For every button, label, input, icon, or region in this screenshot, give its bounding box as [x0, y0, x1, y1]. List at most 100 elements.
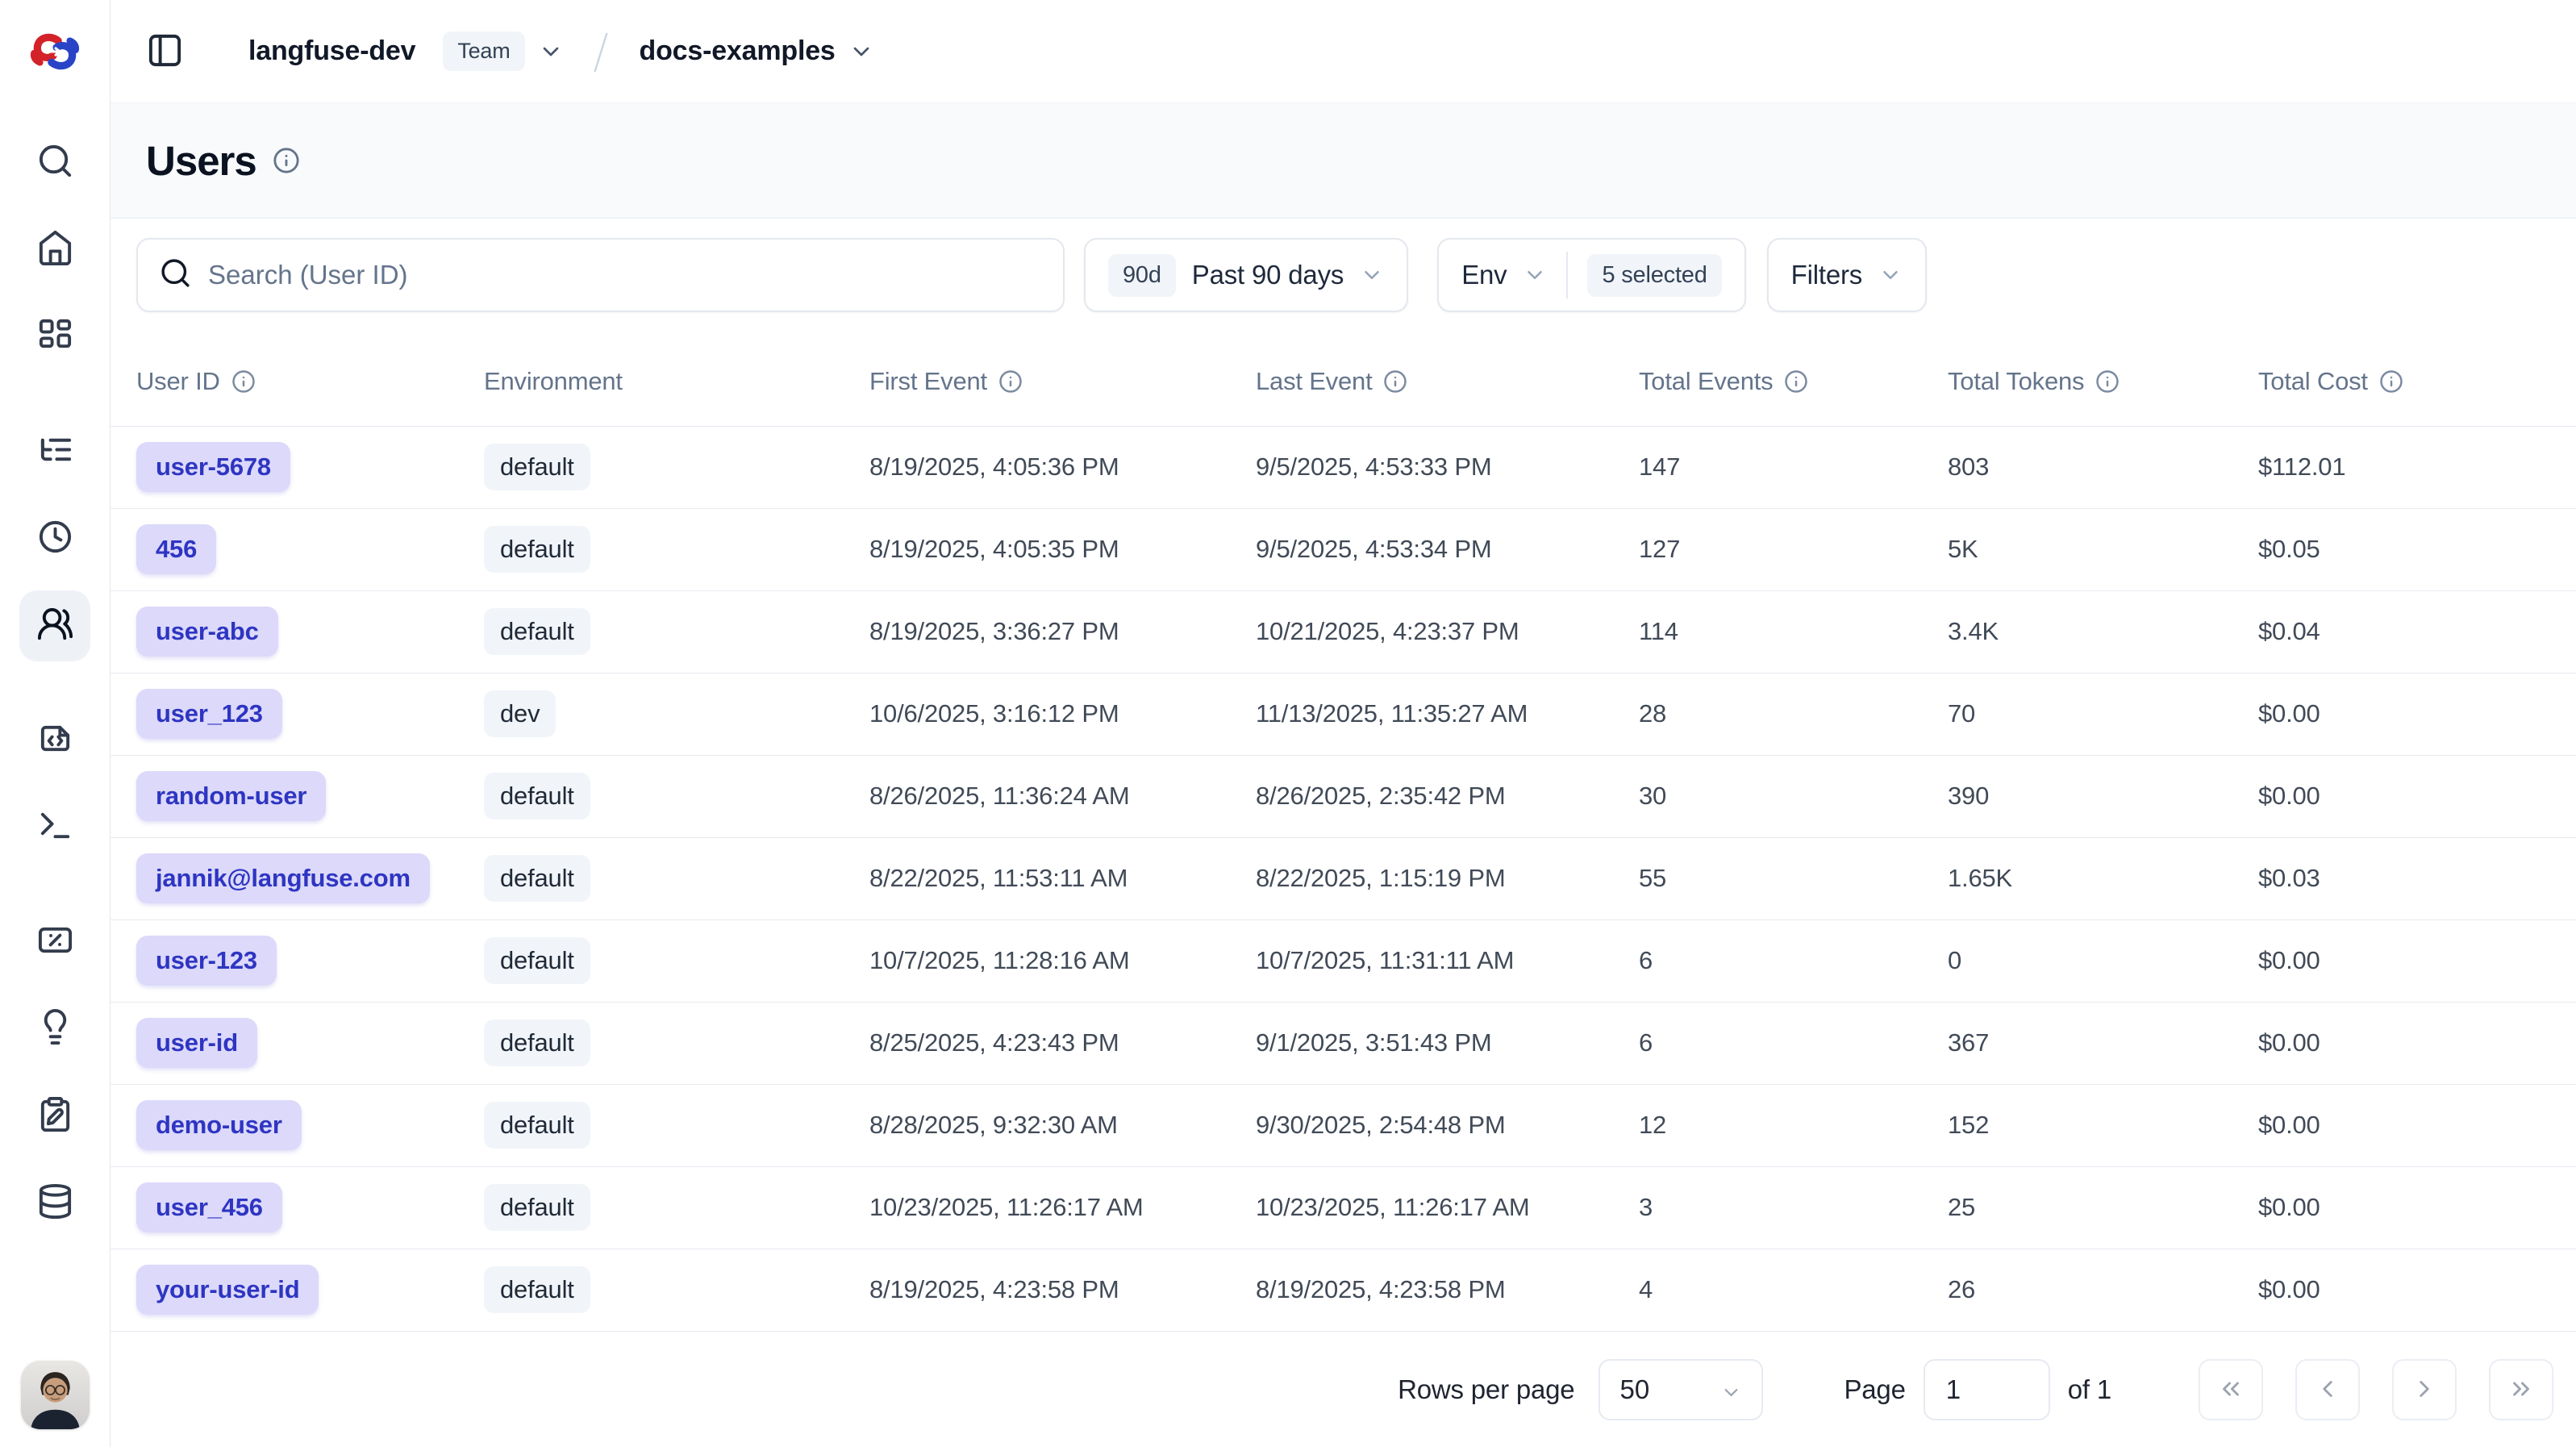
total-tokens-cell: 152	[1948, 1084, 2258, 1166]
column-header-first-event[interactable]: First Event	[869, 337, 1256, 426]
last-event-cell: 10/23/2025, 11:26:17 AM	[1256, 1166, 1639, 1249]
user-id-badge[interactable]: user-5678	[136, 442, 290, 492]
table-row[interactable]: 456default8/19/2025, 4:05:35 PM9/5/2025,…	[110, 508, 2576, 590]
previous-page-button[interactable]	[2295, 1359, 2360, 1420]
table-row[interactable]: user_456default10/23/2025, 11:26:17 AM10…	[110, 1166, 2576, 1249]
total-events-cell: 12	[1639, 1084, 1948, 1166]
table-header: User IDEnvironmentFirst EventLast EventT…	[110, 337, 2576, 426]
date-range-button[interactable]: 90d Past 90 days	[1084, 238, 1408, 312]
total-tokens-cell: 26	[1948, 1249, 2258, 1331]
search-input-wrapper	[136, 238, 1065, 312]
total-cost-cell: $0.00	[2258, 1084, 2576, 1166]
table-row[interactable]: random-userdefault8/26/2025, 11:36:24 AM…	[110, 755, 2576, 837]
column-header-total-tokens[interactable]: Total Tokens	[1948, 337, 2258, 426]
total-tokens-cell: 390	[1948, 755, 2258, 837]
sidebar-item-scores[interactable]	[19, 907, 90, 978]
env-filter-button[interactable]: Env 5 selected	[1437, 238, 1745, 312]
last-page-button[interactable]	[2489, 1359, 2553, 1420]
user-id-badge[interactable]: jannik@langfuse.com	[136, 853, 430, 903]
column-header-total-cost[interactable]: Total Cost	[2258, 337, 2576, 426]
first-event-cell: 8/28/2025, 9:32:30 AM	[869, 1084, 1256, 1166]
environment-badge: default	[484, 855, 590, 902]
chevron-down-icon[interactable]	[538, 39, 564, 65]
sidebar-item-evaluators[interactable]	[19, 1081, 90, 1152]
user-id-badge[interactable]: user_123	[136, 689, 282, 739]
table-row[interactable]: user-iddefault8/25/2025, 4:23:43 PM9/1/2…	[110, 1002, 2576, 1084]
env-selected-badge: 5 selected	[1587, 254, 1721, 297]
sidebar-item-users[interactable]	[19, 590, 90, 661]
table-row[interactable]: user-123default10/7/2025, 11:28:16 AM10/…	[110, 919, 2576, 1002]
total-events-cell: 114	[1639, 590, 1948, 673]
info-icon	[1784, 369, 1808, 394]
total-tokens-cell: 5K	[1948, 508, 2258, 590]
langfuse-logo[interactable]	[0, 0, 110, 103]
sidebar-item-tracing[interactable]	[19, 416, 90, 487]
env-filter-label: Env	[1461, 260, 1507, 290]
user-id-badge[interactable]: user-id	[136, 1018, 257, 1068]
sidebar-item-search[interactable]	[19, 127, 90, 198]
sidebar-nav	[19, 127, 90, 1255]
app-window: langfuse-dev Team docs-examples Users	[0, 0, 2576, 1447]
breadcrumb-separator	[586, 28, 615, 75]
sidebar-item-home[interactable]	[19, 215, 90, 286]
first-event-cell: 10/7/2025, 11:28:16 AM	[869, 919, 1256, 1002]
filters-button[interactable]: Filters	[1767, 238, 1927, 312]
user-id-badge[interactable]: random-user	[136, 771, 326, 821]
chevron-down-icon	[1360, 263, 1384, 287]
last-event-cell: 9/1/2025, 3:51:43 PM	[1256, 1002, 1639, 1084]
sidebar-item-playground[interactable]	[19, 792, 90, 863]
search-icon	[159, 256, 192, 294]
first-event-cell: 10/6/2025, 3:16:12 PM	[869, 673, 1256, 755]
users-table: User IDEnvironmentFirst EventLast EventT…	[110, 337, 2576, 1332]
total-cost-cell: $0.03	[2258, 837, 2576, 919]
search-input[interactable]	[208, 260, 1042, 290]
table-row[interactable]: demo-userdefault8/28/2025, 9:32:30 AM9/3…	[110, 1084, 2576, 1166]
page-input[interactable]	[1924, 1359, 2050, 1420]
column-header-user-id[interactable]: User ID	[110, 337, 484, 426]
project-name[interactable]: docs-examples	[640, 35, 836, 67]
info-icon	[273, 147, 300, 174]
user-id-badge[interactable]: your-user-id	[136, 1265, 319, 1315]
chevron-down-icon	[1720, 1379, 1742, 1401]
total-events-cell: 3	[1639, 1166, 1948, 1249]
sidebar-item-sessions[interactable]	[19, 503, 90, 574]
first-event-cell: 8/26/2025, 11:36:24 AM	[869, 755, 1256, 837]
total-cost-cell: $0.05	[2258, 508, 2576, 590]
table-row[interactable]: user-abcdefault8/19/2025, 3:36:27 PM10/2…	[110, 590, 2576, 673]
column-header-last-event[interactable]: Last Event	[1256, 337, 1639, 426]
column-label: First Event	[869, 367, 987, 396]
last-event-cell: 9/5/2025, 4:53:34 PM	[1256, 508, 1639, 590]
chevrons-right-icon	[2507, 1375, 2535, 1405]
sidebar-toggle-button[interactable]	[146, 31, 184, 72]
sidebar-item-dashboards[interactable]	[19, 302, 90, 373]
content: 90d Past 90 days Env 5 selected Filters	[110, 219, 2576, 1332]
user-id-badge[interactable]: 456	[136, 524, 216, 574]
sidebar-item-annotations[interactable]	[19, 994, 90, 1065]
org-name[interactable]: langfuse-dev	[248, 35, 415, 67]
sidebar-item-prompts[interactable]	[19, 705, 90, 776]
topbar: langfuse-dev Team docs-examples	[110, 0, 2576, 103]
rows-per-page-select[interactable]: 50	[1599, 1359, 1763, 1420]
total-tokens-cell: 367	[1948, 1002, 2258, 1084]
column-header-total-events[interactable]: Total Events	[1639, 337, 1948, 426]
table-row[interactable]: your-user-iddefault8/19/2025, 4:23:58 PM…	[110, 1249, 2576, 1331]
users-icon	[36, 605, 74, 647]
sidebar-item-datasets[interactable]	[19, 1168, 90, 1239]
user-avatar[interactable]	[21, 1361, 90, 1429]
table-row[interactable]: user_123dev10/6/2025, 3:16:12 PM11/13/20…	[110, 673, 2576, 755]
table-row[interactable]: user-5678default8/19/2025, 4:05:36 PM9/5…	[110, 426, 2576, 508]
user-id-badge[interactable]: user-abc	[136, 607, 278, 657]
chevron-down-icon[interactable]	[848, 39, 874, 65]
environment-badge: default	[484, 1184, 590, 1231]
page-label: Page	[1844, 1374, 1905, 1405]
rows-per-page-value: 50	[1619, 1374, 1649, 1405]
next-page-button[interactable]	[2392, 1359, 2457, 1420]
table-row[interactable]: jannik@langfuse.comdefault8/22/2025, 11:…	[110, 837, 2576, 919]
first-page-button[interactable]	[2199, 1359, 2263, 1420]
column-header-environment[interactable]: Environment	[484, 337, 869, 426]
chevron-right-icon	[2411, 1375, 2438, 1405]
last-event-cell: 9/30/2025, 2:54:48 PM	[1256, 1084, 1639, 1166]
user-id-badge[interactable]: demo-user	[136, 1100, 302, 1150]
user-id-badge[interactable]: user_456	[136, 1182, 282, 1232]
user-id-badge[interactable]: user-123	[136, 936, 277, 986]
